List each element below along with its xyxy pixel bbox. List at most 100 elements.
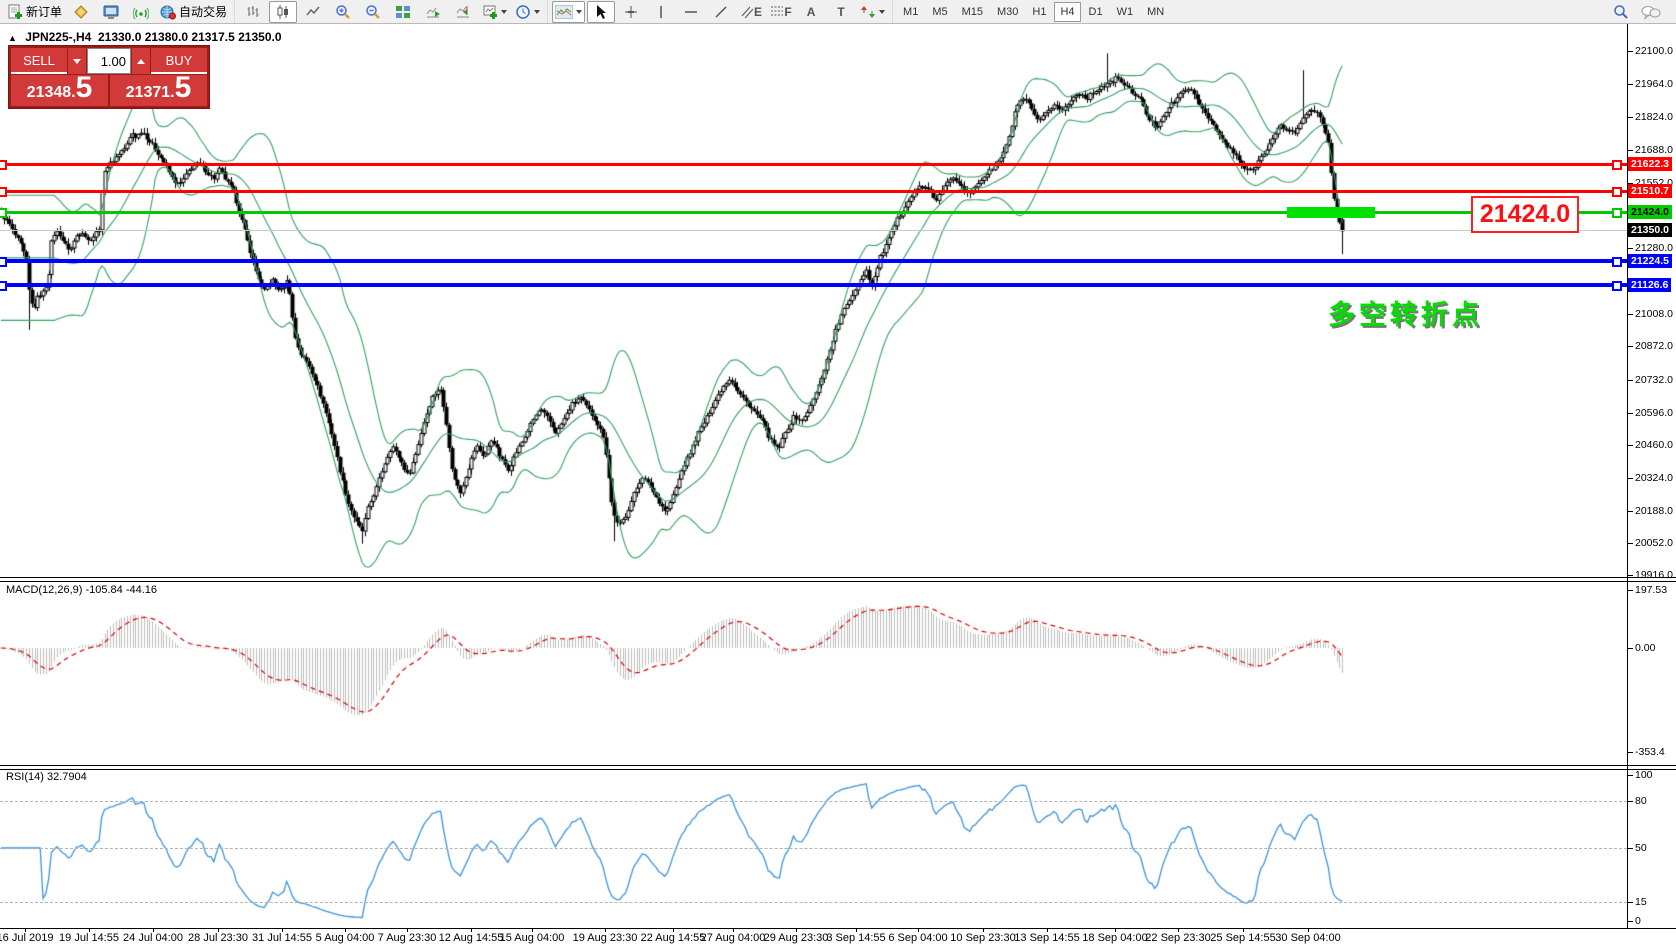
cursor-button[interactable] bbox=[587, 1, 615, 23]
axis-tick-label: 19916.0 bbox=[1635, 569, 1673, 581]
fibonacci-icon bbox=[770, 4, 784, 20]
chart-type-combo[interactable] bbox=[552, 1, 585, 23]
zoom-in-button[interactable] bbox=[329, 1, 357, 23]
periods-button[interactable] bbox=[512, 1, 543, 23]
toolbar: 新订单 自动交易 EFAT M1M5M15M30H1H4D1W1MN bbox=[0, 0, 1676, 24]
crosshair-button[interactable] bbox=[617, 1, 645, 23]
volume-input[interactable]: 1.00 bbox=[87, 48, 131, 74]
text-label-button[interactable]: T bbox=[827, 1, 855, 23]
price-annotation-box[interactable]: 21424.0 bbox=[1471, 196, 1579, 233]
axis-tick-label: 50 bbox=[1635, 842, 1647, 854]
sell-price[interactable]: 21348.5 bbox=[11, 75, 108, 106]
zoom-out-button[interactable] bbox=[359, 1, 387, 23]
timeframe-m15-button[interactable]: M15 bbox=[956, 2, 989, 22]
line-left-handle[interactable] bbox=[0, 257, 7, 267]
axis-tick-label: 100 bbox=[1635, 769, 1653, 781]
time-axis-tick bbox=[918, 928, 919, 932]
new-chart-button[interactable] bbox=[479, 1, 510, 23]
resistance-line-21510[interactable] bbox=[0, 190, 1627, 193]
triangle-up-icon bbox=[137, 59, 145, 64]
market-button[interactable] bbox=[67, 1, 95, 23]
line-right-handle[interactable] bbox=[1612, 160, 1622, 170]
chart-shift-button[interactable] bbox=[449, 1, 477, 23]
sell-price-pips: 5 bbox=[76, 75, 93, 101]
arrows-button[interactable] bbox=[857, 1, 888, 23]
time-axis-tick bbox=[407, 928, 408, 932]
timeframe-mn-button[interactable]: MN bbox=[1141, 2, 1170, 22]
tile-windows-button[interactable] bbox=[389, 1, 417, 23]
timeframe-m5-button[interactable]: M5 bbox=[926, 2, 953, 22]
candlestick-plot[interactable] bbox=[0, 0, 1676, 945]
axis-tick-label: 20872.0 bbox=[1635, 340, 1673, 352]
current-price-line[interactable] bbox=[0, 230, 1627, 231]
horizontal-line-button[interactable] bbox=[677, 1, 705, 23]
monitor-icon bbox=[103, 4, 119, 20]
axis-tick-label: 21008.0 bbox=[1635, 308, 1673, 320]
axis-tick bbox=[1628, 51, 1633, 52]
vertical-line-button[interactable] bbox=[647, 1, 675, 23]
highlight-bar-object[interactable] bbox=[1287, 207, 1375, 218]
bar-chart-button[interactable] bbox=[239, 1, 267, 23]
time-axis-tick bbox=[605, 928, 606, 932]
trendline-button[interactable] bbox=[707, 1, 735, 23]
resistance-line-21622[interactable] bbox=[0, 163, 1627, 166]
line-right-handle[interactable] bbox=[1612, 208, 1622, 218]
axis-tick bbox=[1628, 752, 1633, 753]
line-left-handle[interactable] bbox=[0, 281, 7, 291]
time-axis-label: 5 Aug 04:00 bbox=[316, 932, 375, 944]
timeframe-d1-button[interactable]: D1 bbox=[1083, 2, 1109, 22]
search-button[interactable] bbox=[1607, 1, 1635, 23]
support-line-21224[interactable] bbox=[0, 259, 1627, 263]
timeframe-h1-button[interactable]: H1 bbox=[1026, 2, 1052, 22]
axis-tick-label: 21964.0 bbox=[1635, 78, 1673, 90]
axis-tick-label: 21824.0 bbox=[1635, 111, 1673, 123]
timeframe-h4-button[interactable]: H4 bbox=[1054, 2, 1080, 22]
rsi-gridline bbox=[0, 848, 1627, 849]
line-right-handle[interactable] bbox=[1612, 281, 1622, 291]
timeframe-m30-button[interactable]: M30 bbox=[991, 2, 1024, 22]
collapse-arrow-icon[interactable]: ▲ bbox=[8, 33, 17, 43]
time-axis-label: 10 Sep 23:30 bbox=[950, 932, 1015, 944]
rsi-panel-separator[interactable] bbox=[0, 765, 1676, 770]
trendline-icon bbox=[713, 4, 729, 20]
new-order-button[interactable]: 新订单 bbox=[4, 1, 65, 23]
time-axis-label: 24 Jul 04:00 bbox=[123, 932, 183, 944]
price-tag: 21350.0 bbox=[1628, 223, 1672, 237]
line-right-handle[interactable] bbox=[1612, 257, 1622, 267]
time-axis-label: 28 Jul 23:30 bbox=[188, 932, 248, 944]
chat-button[interactable] bbox=[1637, 1, 1665, 23]
sell-button[interactable]: SELL bbox=[11, 48, 67, 74]
text-button[interactable]: A bbox=[797, 1, 825, 23]
signals-button[interactable] bbox=[127, 1, 155, 23]
volume-increase-button[interactable] bbox=[132, 48, 150, 74]
candlestick-chart-button[interactable] bbox=[269, 1, 297, 23]
timeframe-m1-button[interactable]: M1 bbox=[897, 2, 924, 22]
time-axis-label: 12 Aug 14:55 bbox=[439, 932, 504, 944]
toolbar-group-right bbox=[1606, 1, 1676, 23]
macd-panel-separator[interactable] bbox=[0, 577, 1676, 582]
timeframe-w1-button[interactable]: W1 bbox=[1111, 2, 1140, 22]
linechart-icon bbox=[305, 4, 321, 20]
line-left-handle[interactable] bbox=[0, 187, 7, 197]
rsi-label: RSI(14) 32.7904 bbox=[6, 771, 87, 783]
line-left-handle[interactable] bbox=[0, 208, 7, 218]
symbol-period-label: JPN225-,H4 bbox=[25, 30, 91, 44]
pivot-line-21424[interactable] bbox=[0, 211, 1627, 214]
buy-price[interactable]: 21371.5 bbox=[110, 75, 207, 106]
equidistant-channel-button[interactable]: E bbox=[737, 1, 765, 23]
axis-tick-label: 21688.0 bbox=[1635, 144, 1673, 156]
macd-label: MACD(12,26,9) -105.84 -44.16 bbox=[6, 584, 157, 596]
auto-scroll-button[interactable] bbox=[419, 1, 447, 23]
fibonacci-button[interactable]: F bbox=[767, 1, 795, 23]
auto-trading-button[interactable]: 自动交易 bbox=[157, 1, 230, 23]
turning-point-note[interactable]: 多空转折点 bbox=[1328, 293, 1483, 332]
line-chart-button[interactable] bbox=[299, 1, 327, 23]
support-line-21126[interactable] bbox=[0, 283, 1627, 287]
charts-window-button[interactable] bbox=[97, 1, 125, 23]
line-left-handle[interactable] bbox=[0, 160, 7, 170]
axis-tick bbox=[1628, 575, 1633, 576]
line-right-handle[interactable] bbox=[1612, 187, 1622, 197]
time-axis-tick bbox=[282, 928, 283, 932]
time-axis-tick bbox=[153, 928, 154, 932]
mini-chart-icon bbox=[555, 5, 573, 19]
